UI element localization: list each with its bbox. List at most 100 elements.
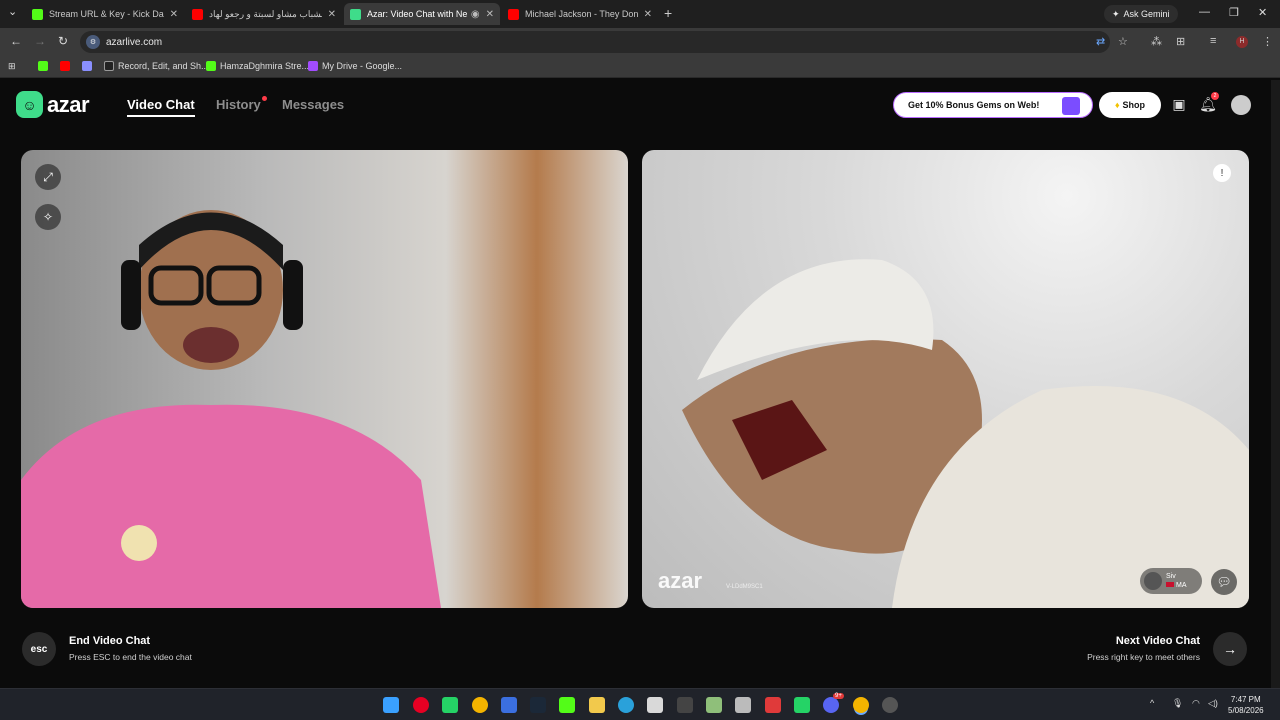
file-explorer-icon[interactable]	[589, 697, 605, 713]
microphone-icon[interactable]: 🎙︎	[1172, 698, 1183, 709]
logo-text: azar	[47, 91, 90, 117]
whatsapp-icon[interactable]	[442, 697, 458, 713]
check-app-icon[interactable]	[706, 697, 722, 713]
ask-gemini-label: Ask Gemini	[1123, 9, 1170, 19]
tab-title: Michael Jackson - They Don't C	[525, 9, 638, 19]
discord-badge: 9+	[833, 693, 844, 699]
shop-button[interactable]: ♦ Shop	[1099, 92, 1161, 118]
watermark-id: V-LDdM9SC1	[726, 584, 763, 590]
pinterest-icon[interactable]	[413, 697, 429, 713]
window-close-icon[interactable]: ✕	[1258, 6, 1267, 19]
browser-toolbar: ← → ↻ ⚙ azarlive.com ⇄ ☆ ⁂ ⊞ ≡ H ⋮	[0, 28, 1280, 56]
bookmark-label: HamzaDghmira Stre...	[220, 61, 310, 71]
close-icon[interactable]: ✕	[170, 9, 178, 20]
azar-watermark: azar	[658, 568, 703, 593]
telegram-icon[interactable]	[618, 697, 634, 713]
azar-logo[interactable]: ☺ azar	[16, 91, 90, 118]
kick-icon	[38, 61, 48, 71]
anydesk-icon[interactable]	[765, 697, 781, 713]
maximize-icon[interactable]: ❐	[1229, 6, 1239, 19]
peer-country: MA	[1176, 582, 1187, 589]
bookmarks-bar: ⊞ Record, Edit, and Sh... HamzaDghmira S…	[0, 56, 1280, 78]
tray-chevron-icon[interactable]: ^	[1150, 698, 1154, 708]
terminal-icon[interactable]	[677, 697, 693, 713]
reload-icon[interactable]: ↻	[58, 34, 68, 48]
remote-user-video	[682, 259, 1249, 608]
close-icon[interactable]: ✕	[328, 9, 336, 20]
nav-video-chat[interactable]: Video Chat	[127, 97, 195, 117]
promo-label: Get 10% Bonus Gems on Web!	[908, 100, 1040, 110]
peer-info-chip[interactable]: Siv MA	[1140, 568, 1202, 594]
bonus-gems-promo-button[interactable]: Get 10% Bonus Gems on Web!	[893, 92, 1093, 118]
store-icon[interactable]	[647, 697, 663, 713]
page-scrollbar[interactable]	[1271, 80, 1280, 688]
nav-messages[interactable]: Messages	[282, 97, 344, 112]
end-chat-esc-button[interactable]: esc	[22, 632, 56, 666]
media-icon[interactable]: ≡	[1210, 35, 1216, 47]
forward-icon[interactable]: →	[34, 34, 46, 48]
nav-history[interactable]: History	[216, 97, 261, 112]
youtube-icon	[508, 8, 519, 20]
chrome-icon[interactable]	[472, 697, 488, 713]
tab-search-icon[interactable]: ⌄	[8, 5, 17, 18]
close-icon[interactable]: ✕	[644, 9, 652, 20]
back-icon[interactable]: ←	[10, 34, 22, 48]
tab-azar[interactable]: Azar: Video Chat with New ◉ ✕	[344, 3, 500, 25]
extension-icon[interactable]: ⁂	[1151, 35, 1162, 48]
bookmark-label: My Drive - Google...	[322, 61, 403, 71]
bookmark-hamza[interactable]: HamzaDghmira Stre...	[206, 61, 309, 71]
gmail-icon	[104, 61, 114, 71]
minimize-icon[interactable]: —	[1199, 6, 1210, 18]
remote-video-panel: ! azar V-LDdM9SC1 Siv MA 💬︎	[642, 150, 1249, 608]
volume-icon[interactable]: ◁)	[1208, 698, 1218, 709]
browser-tab-strip: ⌄ Stream URL & Key - Kick Dashb ✕ الشباب…	[0, 0, 1280, 28]
apps-icon[interactable]: ⊞	[8, 61, 16, 72]
inbox-icon[interactable]: ▣	[1170, 96, 1188, 114]
printer-icon[interactable]	[735, 697, 751, 713]
recording-icon: ◉	[470, 8, 480, 20]
start-icon[interactable]	[383, 697, 399, 713]
windows-taskbar: 9+ ^ 🎙︎ ◠ ◁) 7:47 PM 5/08/2026	[0, 688, 1280, 720]
bookmark-kick[interactable]	[38, 61, 48, 71]
bookmark-gemini[interactable]	[82, 61, 92, 71]
tab-youtube-video[interactable]: الشباب مشاو لسبتة و رجعو لهاد | ✕	[186, 3, 342, 25]
magic-filter-icon[interactable]: ✧	[35, 204, 61, 230]
tab-michael-jackson[interactable]: Michael Jackson - They Don't C ✕	[502, 3, 658, 25]
bookmark-star-icon[interactable]: ☆	[1118, 35, 1128, 48]
shop-label: Shop	[1122, 100, 1146, 110]
report-shield-icon[interactable]: !	[1213, 164, 1231, 182]
bookmark-youtube[interactable]	[60, 61, 70, 71]
bookmark-record[interactable]: Record, Edit, and Sh...	[104, 61, 209, 71]
bookmark-drive[interactable]: My Drive - Google...	[308, 61, 402, 71]
chat-bubble-icon[interactable]: 💬︎	[1211, 569, 1237, 595]
profile-icon[interactable]: H	[1236, 36, 1248, 48]
peer-avatar	[1144, 572, 1162, 590]
wifi-icon[interactable]: ◠	[1192, 698, 1200, 709]
tab-kick-dashboard[interactable]: Stream URL & Key - Kick Dashb ✕	[26, 3, 184, 25]
translate-icon[interactable]: ⇄	[1096, 35, 1105, 48]
new-tab-button[interactable]: +	[664, 5, 672, 21]
azar-icon	[350, 8, 361, 20]
tab-title: Stream URL & Key - Kick Dashb	[49, 9, 164, 19]
system-clock[interactable]: 7:47 PM 5/08/2026	[1228, 694, 1264, 716]
expand-icon[interactable]: ⤢	[35, 164, 61, 190]
notification-badge: 2	[1211, 92, 1219, 100]
ask-gemini-button[interactable]: ✦ Ask Gemini	[1104, 5, 1178, 23]
discord-icon[interactable]	[823, 697, 839, 713]
menu-icon[interactable]: ⋮	[1262, 35, 1273, 48]
user-avatar[interactable]	[1231, 95, 1251, 115]
close-icon[interactable]: ✕	[486, 9, 494, 20]
app-icon[interactable]	[501, 697, 517, 713]
next-chat-arrow-icon[interactable]: →	[1213, 632, 1247, 666]
steam-icon[interactable]	[530, 697, 546, 713]
obs-icon[interactable]	[882, 697, 898, 713]
gem-icon: ♦	[1114, 100, 1120, 110]
chrome-active-icon[interactable]	[853, 697, 869, 713]
kick-icon	[206, 61, 216, 71]
local-video-panel: ⤢ ✧	[21, 150, 628, 608]
puzzle-icon[interactable]: ⊞	[1176, 35, 1185, 48]
whatsapp-business-icon[interactable]	[794, 697, 810, 713]
kick-app-icon[interactable]	[559, 697, 575, 713]
site-info-icon[interactable]: ⚙	[86, 35, 100, 49]
address-bar[interactable]: ⚙ azarlive.com	[80, 31, 1110, 53]
